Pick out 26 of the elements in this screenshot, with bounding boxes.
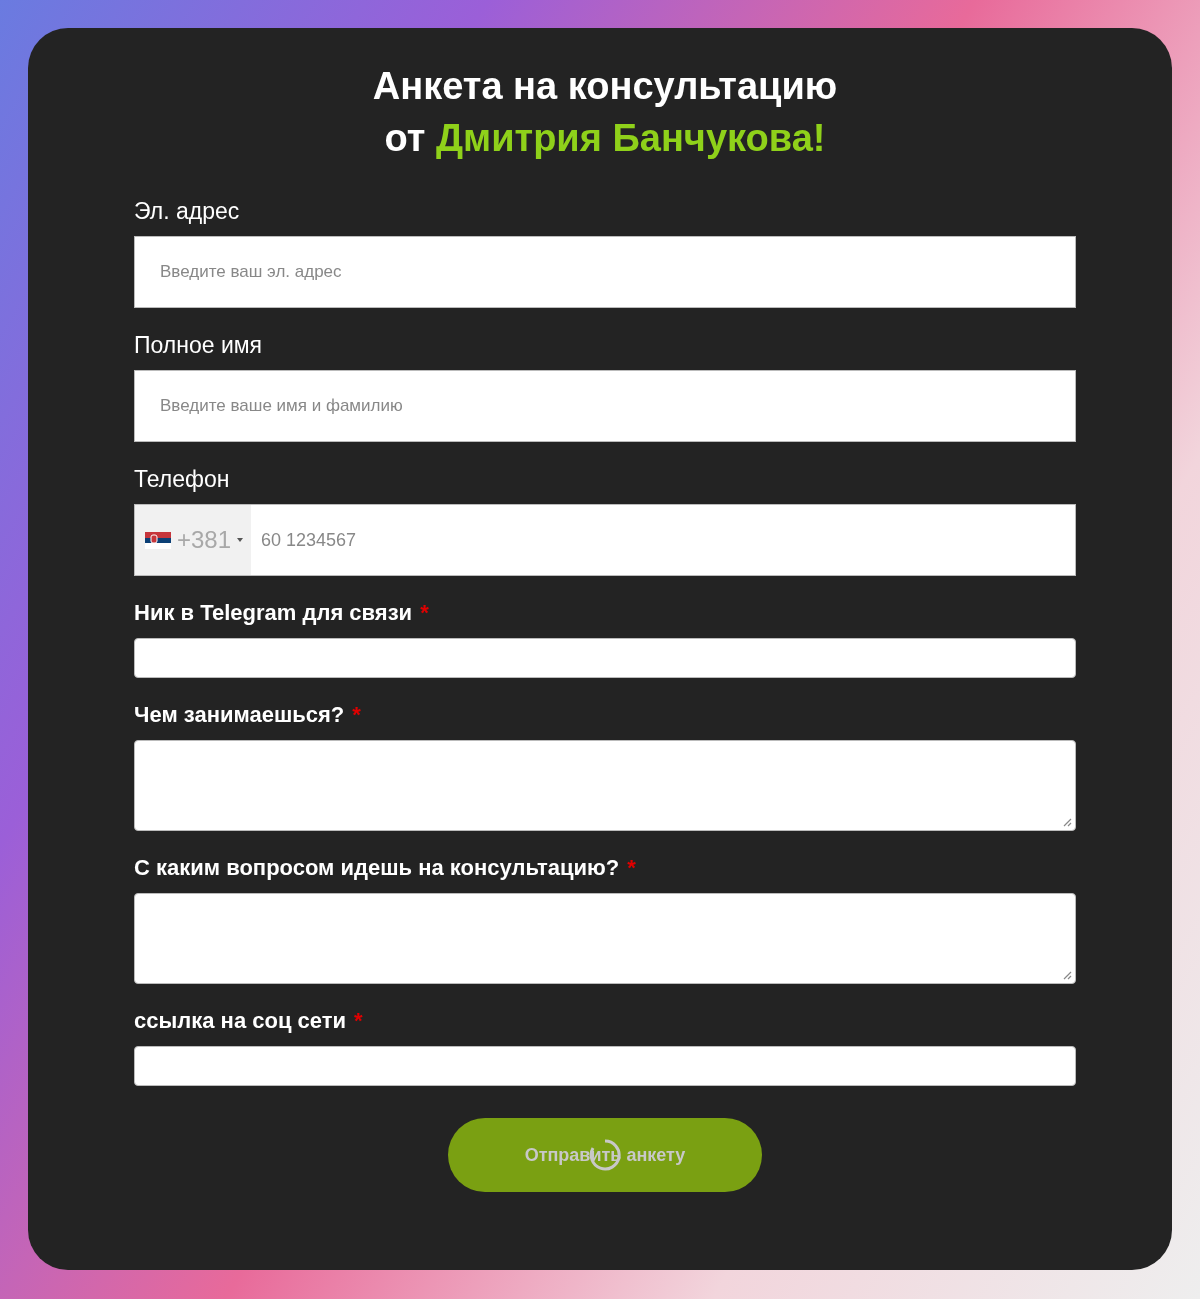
input-field[interactable]	[134, 1046, 1076, 1086]
field-label: С каким вопросом идешь на консультацию?	[134, 855, 620, 881]
required-icon: *	[354, 1008, 363, 1034]
resize-icon	[1062, 817, 1072, 827]
text-area[interactable]	[134, 740, 1076, 831]
field-label: Эл. адрес	[134, 197, 240, 225]
input-field[interactable]: Введите ваш эл. адрес	[134, 236, 1076, 308]
field-label: Чем занимаешься?	[134, 702, 345, 728]
field-label: Полное имя	[134, 331, 263, 359]
form-subtitle: от Дмитрия Банчукова!	[383, 116, 827, 161]
required-icon: *	[627, 855, 636, 881]
field-label: Телефон	[134, 465, 230, 493]
field-label: ссылка на соц сети	[134, 1008, 347, 1034]
phone-placeholder: 60 1234567	[260, 528, 357, 552]
required-icon: *	[352, 702, 361, 728]
required-icon: *	[420, 600, 429, 626]
resize-icon	[1062, 970, 1072, 980]
flag-icon	[145, 531, 171, 549]
phone-field[interactable]: +381 60 1234567	[134, 504, 1076, 576]
input-field[interactable]	[134, 638, 1076, 678]
dial-code: +381	[177, 526, 232, 554]
caret-icon	[237, 538, 244, 542]
text-area[interactable]	[134, 893, 1076, 984]
field-label: Ник в Telegram для связи	[134, 600, 413, 626]
form-title: Анкета на консультацию	[371, 64, 839, 109]
input-field[interactable]: Введите ваше имя и фамилию	[134, 370, 1076, 442]
